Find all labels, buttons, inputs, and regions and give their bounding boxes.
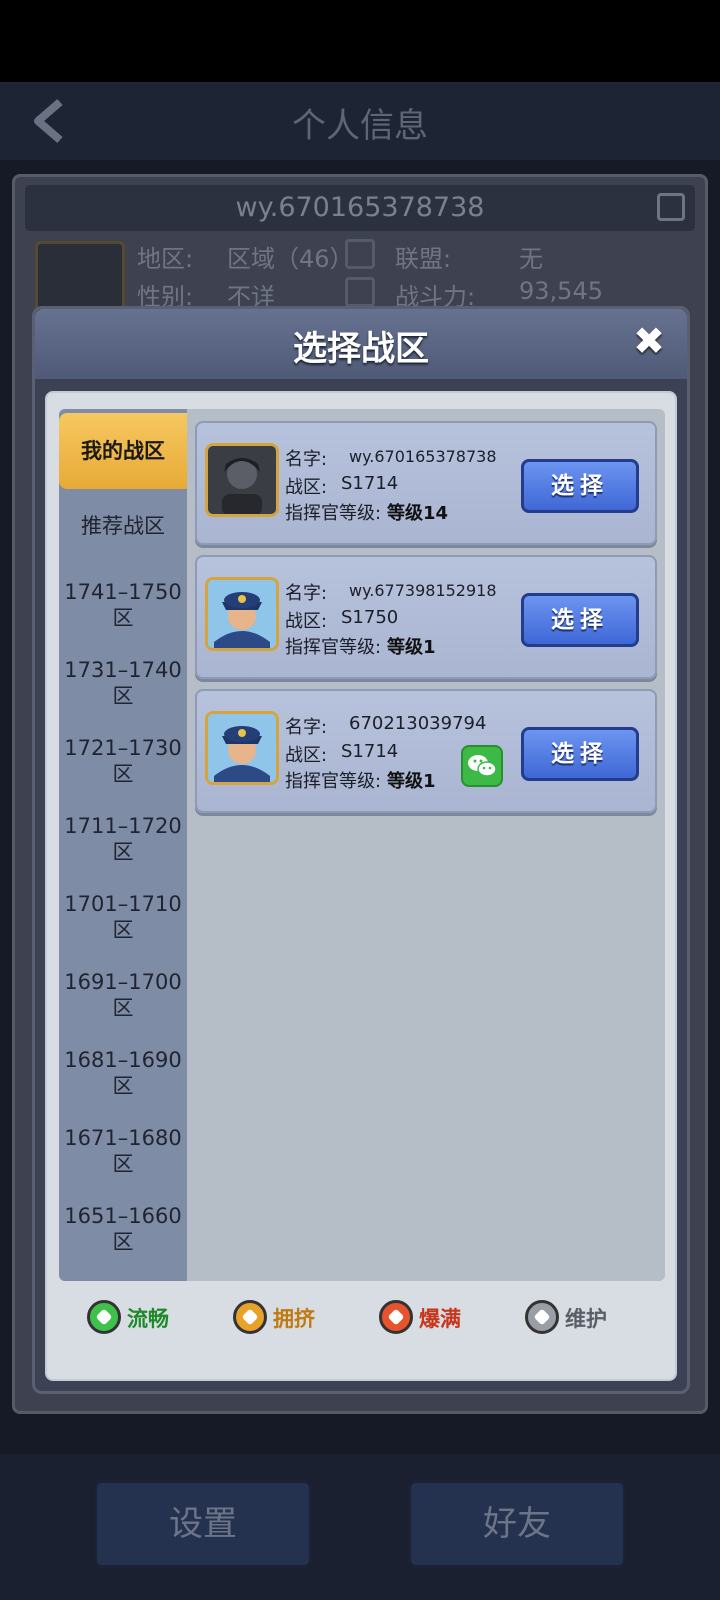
server-card[interactable]: 名字: wy.677398152918 战区: S1750 指挥官等级: 等级1…	[195, 555, 657, 679]
legend-label: 拥挤	[273, 1307, 315, 1331]
select-button[interactable]: 选择	[521, 459, 639, 513]
wechat-icon	[461, 745, 503, 787]
sidebar-item-suffix: 区	[112, 1074, 134, 1098]
page-title: 个人信息	[292, 106, 428, 146]
server-card[interactable]: 名字: 670213039794 战区: S1714 指挥官等级: 等级1 选择	[195, 689, 657, 813]
sidebar-item-range[interactable]: 1651–1660 区	[59, 1203, 187, 1255]
sidebar-item-recommended[interactable]: 推荐战区	[59, 513, 187, 539]
sidebar-item-my-servers[interactable]: 我的战区	[59, 413, 187, 489]
alliance-value: 无	[519, 245, 543, 273]
sidebar-item-suffix: 区	[112, 840, 134, 864]
friends-button[interactable]: 好友	[408, 1480, 626, 1568]
server-status-legend: 流畅 拥挤 爆满 维护	[47, 1297, 679, 1337]
sidebar-item-suffix: 区	[112, 1152, 134, 1176]
zone-label: 战区:	[285, 745, 328, 766]
sidebar-item-suffix: 区	[112, 1230, 134, 1254]
player-name: wy.670165378738	[349, 447, 497, 466]
dialog-title: 选择战区	[293, 329, 429, 369]
server-range-sidebar: 我的战区 推荐战区 1741–1750 区 1731–1740 区 1721–173…	[59, 409, 187, 1281]
status-full-icon	[379, 1300, 413, 1334]
player-id-bar: wy.670165378738	[25, 185, 695, 231]
sidebar-item-range[interactable]: 1691–1700 区	[59, 969, 187, 1021]
sidebar-item-range[interactable]: 1701–1710 区	[59, 891, 187, 943]
level-label: 指挥官等级:	[285, 771, 382, 792]
sidebar-item-suffix: 区	[112, 918, 134, 942]
sidebar-item-suffix: 区	[112, 684, 134, 708]
sidebar-item-label: 1731–1740	[64, 658, 182, 682]
sidebar-item-label: 1741–1750	[64, 580, 182, 604]
legend-label: 爆满	[419, 1307, 461, 1331]
region-value: 区域（46）	[227, 245, 354, 273]
name-label: 名字:	[285, 449, 328, 470]
dialog-body: 我的战区 推荐战区 1741–1750 区 1731–1740 区 1721–173…	[45, 391, 677, 1381]
player-name: wy.677398152918	[349, 581, 497, 600]
edit-region-icon[interactable]	[345, 239, 375, 269]
avatar	[205, 443, 279, 517]
level-label: 指挥官等级:	[285, 503, 382, 524]
sidebar-item-label: 1711–1720	[64, 814, 182, 838]
legend-label: 流畅	[127, 1307, 169, 1331]
alliance-label: 联盟:	[395, 245, 452, 273]
page-header: 个人信息	[0, 82, 720, 160]
server-card[interactable]: 名字: wy.670165378738 战区: S1714 指挥官等级: 等级1…	[195, 421, 657, 545]
select-button[interactable]: 选择	[521, 593, 639, 647]
level-value: 等级1	[387, 637, 436, 658]
status-bar	[0, 0, 720, 82]
sidebar-item-label: 1701–1710	[64, 892, 182, 916]
sidebar-item-label: 1691–1700	[64, 970, 182, 994]
dialog-header: 选择战区 ✖	[35, 309, 687, 379]
zone-value: S1714	[341, 741, 399, 762]
edit-name-icon[interactable]	[657, 193, 685, 221]
player-id: wy.670165378738	[235, 192, 485, 223]
status-maintenance-icon	[525, 1300, 559, 1334]
settings-button[interactable]: 设置	[94, 1480, 312, 1568]
legend-label: 维护	[565, 1307, 607, 1331]
level-label: 指挥官等级:	[285, 637, 382, 658]
name-label: 名字:	[285, 583, 328, 604]
sidebar-item-label: 1671–1680	[64, 1126, 182, 1150]
avatar	[205, 577, 279, 651]
status-smooth-icon	[87, 1300, 121, 1334]
zone-label: 战区:	[285, 477, 328, 498]
status-crowded-icon	[233, 1300, 267, 1334]
sidebar-item-range[interactable]: 1741–1750 区	[59, 579, 187, 631]
name-label: 名字:	[285, 717, 328, 738]
select-button[interactable]: 选择	[521, 727, 639, 781]
sidebar-item-suffix: 区	[112, 996, 134, 1020]
zone-value: S1750	[341, 607, 399, 628]
sidebar-item-suffix: 区	[112, 762, 134, 786]
zone-label: 战区:	[285, 611, 328, 632]
sidebar-item-suffix: 区	[112, 606, 134, 630]
avatar	[205, 711, 279, 785]
sidebar-item-label: 推荐战区	[81, 514, 165, 538]
sidebar-item-range[interactable]: 1671–1680 区	[59, 1125, 187, 1177]
sidebar-item-label: 1721–1730	[64, 736, 182, 760]
edit-gender-icon[interactable]	[345, 277, 375, 307]
level-value: 等级14	[387, 503, 449, 524]
sidebar-item-label: 1681–1690	[64, 1048, 182, 1072]
sidebar-item-range[interactable]: 1711–1720 区	[59, 813, 187, 865]
sidebar-item-range[interactable]: 1681–1690 区	[59, 1047, 187, 1099]
zone-value: S1714	[341, 473, 399, 494]
power-value: 93,545	[519, 277, 603, 305]
player-name: 670213039794	[349, 713, 487, 734]
server-list-area: 我的战区 推荐战区 1741–1750 区 1731–1740 区 1721–173…	[59, 409, 665, 1281]
level-value: 等级1	[387, 771, 436, 792]
sidebar-item-range[interactable]: 1721–1730 区	[59, 735, 187, 787]
select-server-dialog: 选择战区 ✖ 我的战区 推荐战区 1741–1750 区 1731–1740 区 1…	[32, 306, 690, 1394]
region-label: 地区:	[137, 245, 194, 273]
close-icon[interactable]: ✖	[629, 321, 669, 361]
sidebar-item-label: 1651–1660	[64, 1204, 182, 1228]
sidebar-item-range[interactable]: 1731–1740 区	[59, 657, 187, 709]
